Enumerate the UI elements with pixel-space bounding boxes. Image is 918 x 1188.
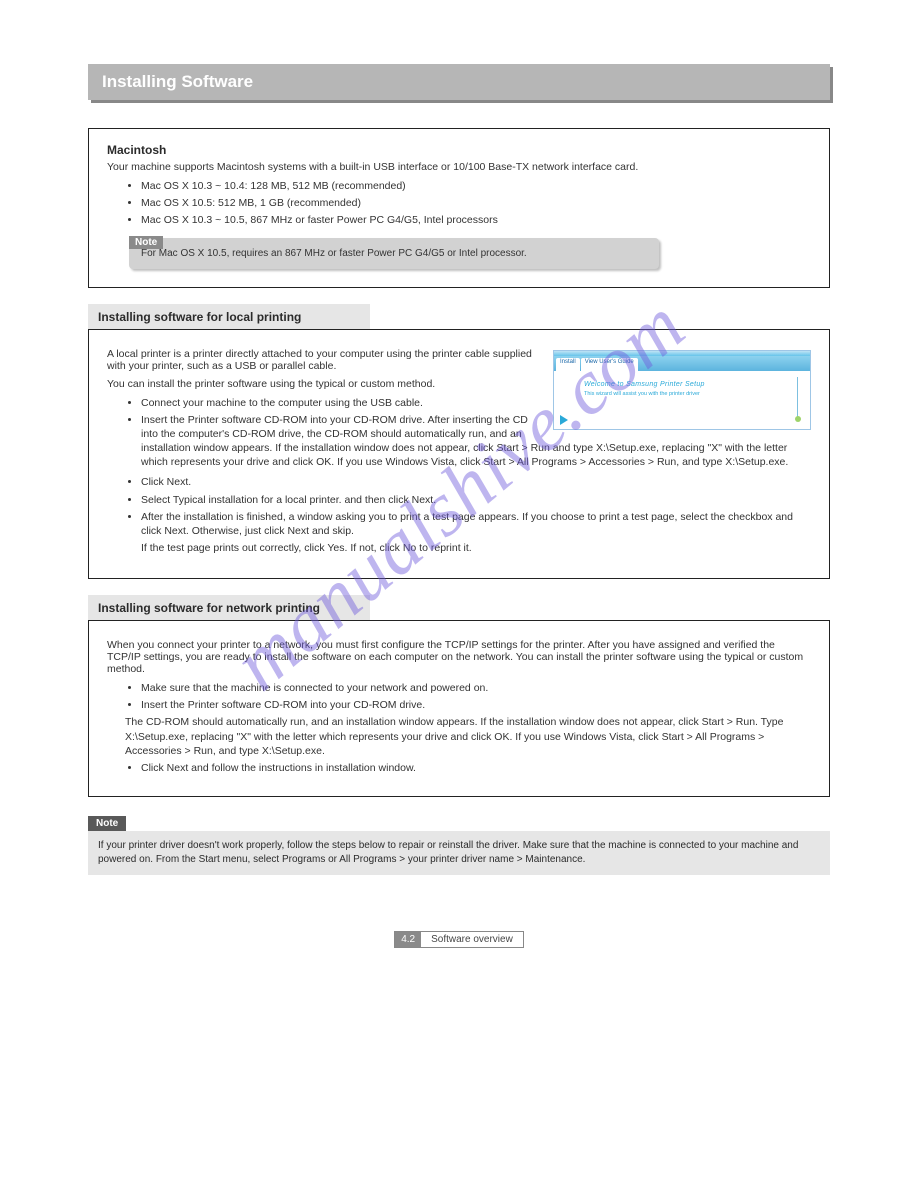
page-title: Installing Software (88, 64, 830, 100)
list-item: Click Next. (141, 475, 811, 489)
local-install-card: Install View User's Guide Welcome to Sam… (88, 329, 830, 580)
list-item: Make sure that the machine is connected … (141, 681, 811, 695)
list-item: Mac OS X 10.5: 512 MB, 1 GB (recommended… (141, 196, 811, 210)
section-heading-network: Installing software for network printing (88, 595, 370, 621)
list-item: Select Typical installation for a local … (141, 493, 811, 507)
note-body: For Mac OS X 10.5, requires an 867 MHz o… (129, 238, 659, 269)
network-intro: When you connect your printer to a netwo… (107, 639, 811, 675)
network-steps: Make sure that the machine is connected … (141, 681, 811, 775)
section-name: Software overview (421, 932, 523, 947)
mac-requirements-card: Macintosh Your machine supports Macintos… (88, 128, 830, 288)
mac-bullets: Mac OS X 10.3 ~ 10.4: 128 MB, 512 MB (re… (141, 179, 811, 228)
list-item: The CD-ROM should automatically run, and… (125, 715, 811, 758)
final-note-label: Note (88, 816, 126, 831)
list-item: Click Next and follow the instructions i… (141, 761, 811, 775)
network-install-card: When you connect your printer to a netwo… (88, 620, 830, 797)
mac-note: Note For Mac OS X 10.5, requires an 867 … (129, 238, 659, 269)
mac-lead: Your machine supports Macintosh systems … (107, 161, 811, 173)
page-footer: 4.2 Software overview (88, 931, 830, 948)
ss-title: Welcome to Samsung Printer Setup (584, 381, 705, 388)
final-note-body: If your printer driver doesn't work prop… (88, 831, 830, 875)
local-p2: If the test page prints out correctly, c… (141, 542, 811, 554)
final-note: Note If your printer driver doesn't work… (88, 813, 830, 875)
play-icon (560, 415, 568, 425)
list-item: Mac OS X 10.3 ~ 10.5, 867 MHz or faster … (141, 213, 811, 227)
list-item: Insert the Printer software CD-ROM into … (141, 698, 811, 712)
ss-tab-install: Install (556, 358, 580, 371)
note-label: Note (129, 236, 163, 249)
page-number: 4.2 (395, 932, 421, 947)
scrollbar-icon (797, 377, 798, 419)
ss-subtitle: This wizard will assist you with the pri… (584, 391, 700, 397)
installer-screenshot: Install View User's Guide Welcome to Sam… (553, 350, 811, 430)
local-steps-2: Click Next. Select Typical installation … (141, 475, 811, 538)
ss-tab-guide: View User's Guide (581, 358, 638, 371)
list-item: Mac OS X 10.3 ~ 10.4: 128 MB, 512 MB (re… (141, 179, 811, 193)
mac-heading: Macintosh (107, 143, 811, 157)
section-heading-local: Installing software for local printing (88, 304, 370, 330)
list-item: After the installation is finished, a wi… (141, 510, 811, 538)
